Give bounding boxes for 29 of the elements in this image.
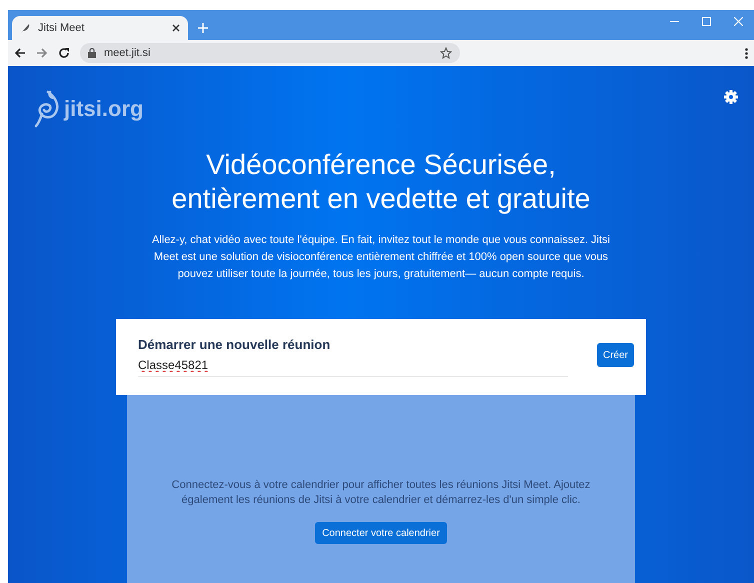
connect-calendar-button[interactable]: Connecter votre calendrier: [315, 522, 447, 544]
minimize-icon: [670, 20, 678, 22]
reload-button[interactable]: [58, 47, 70, 59]
close-icon[interactable]: [172, 24, 180, 32]
back-arrow-icon: [14, 47, 26, 59]
star-icon[interactable]: [440, 47, 452, 59]
feather-icon: [20, 22, 30, 34]
menu-button[interactable]: [745, 48, 748, 58]
maximize-icon: [702, 16, 710, 26]
back-button[interactable]: [14, 47, 26, 59]
menu-dots-icon: [745, 48, 748, 58]
forward-arrow-icon: [36, 47, 48, 59]
settings-button[interactable]: [724, 90, 738, 107]
forward-button[interactable]: [36, 47, 48, 59]
meeting-title: Démarrer une nouvelle réunion: [138, 337, 332, 352]
settings-icon: [724, 90, 738, 104]
close-icon: [734, 16, 742, 26]
address-bar[interactable]: meet.jit.si: [80, 43, 460, 63]
browser-tab[interactable]: Jitsi Meet: [12, 16, 188, 40]
lock-icon: [88, 48, 96, 58]
calendar-text: Connectez-vous à votre calendrier pour afficher toutes les réunions Jitsi Meet. Ajoutez également les réunions de Jitsi à votre calendrier et démarrez-les d'un simple clic.: [170, 478, 592, 508]
meeting-name-field[interactable]: Classe45821: [138, 356, 568, 377]
page-heading: Vidéoconférence Sécurisée, entièrement en vedette et gratuite: [170, 148, 592, 216]
logo-text: jitsi.org: [64, 96, 144, 122]
create-button[interactable]: Créer: [596, 343, 634, 367]
plus-icon: [198, 23, 208, 33]
reload-icon: [58, 47, 70, 59]
url-text: meet.jit.si: [104, 47, 152, 59]
intro-paragraph: Allez-y, chat vidéo avec toute l'équipe. En fait, invitez tout le monde que vous connaissez. Jitsi Meet est une solution de visioconférence entièrement chiffrée et 100% open source que vous pouvez utiliser toute la journée, tous les jours, gratuitement— aucun compte requis.: [151, 233, 611, 282]
